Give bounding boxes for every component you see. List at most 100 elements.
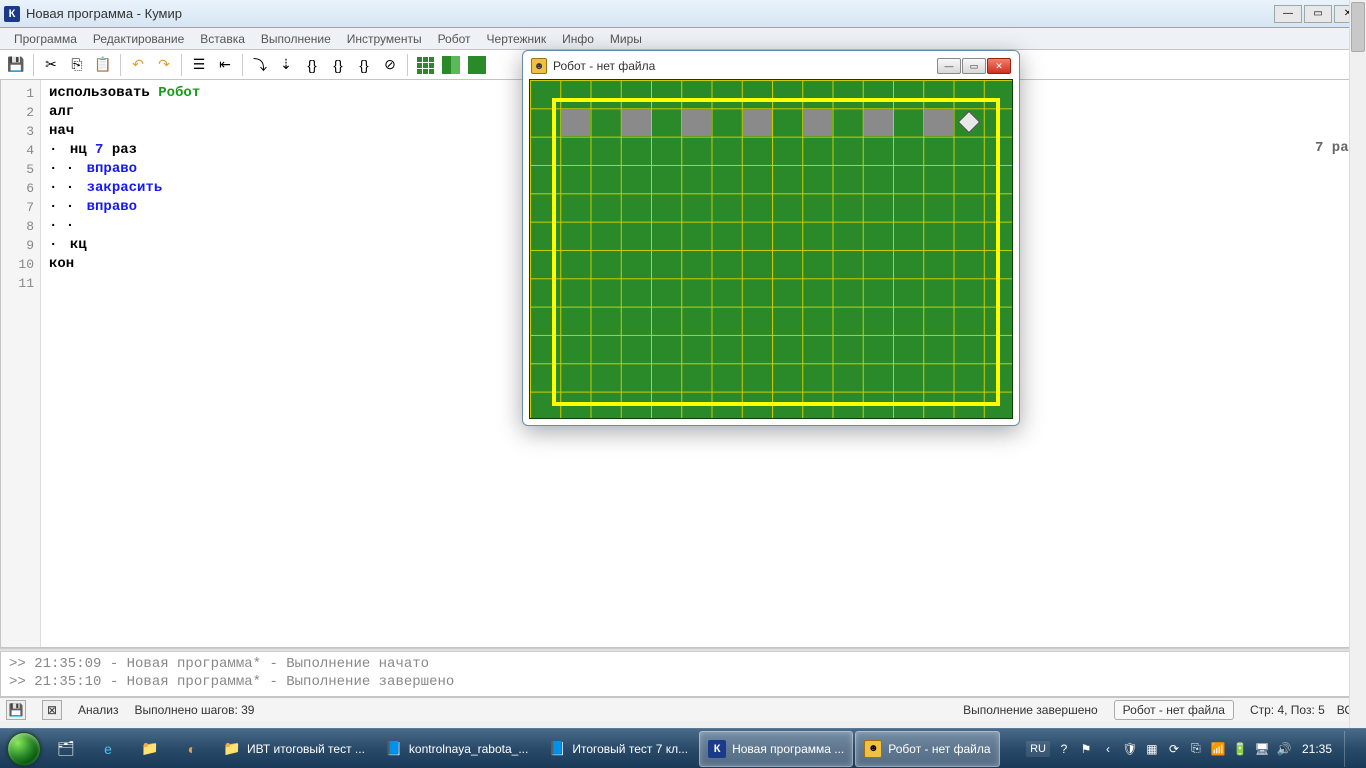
step-into-icon[interactable]: ⤵: [248, 53, 272, 77]
taskbar-item[interactable]: 📘Итоговый тест 7 кл...: [539, 731, 697, 767]
taskbar-item[interactable]: КНовая программа ...: [699, 731, 853, 767]
line-number: 8: [1, 217, 34, 236]
robot-titlebar[interactable]: ☻ Робот - нет файла — ▭ ✕: [529, 57, 1013, 79]
status-cursor-pos: Стр: 4, Поз: 5: [1250, 703, 1325, 717]
kumir-icon: К: [708, 740, 726, 758]
painted-cell: [803, 109, 832, 136]
line-number: 7: [1, 198, 34, 217]
robot-app-icon: ☻: [531, 58, 547, 74]
line-gutter: 1234567891011: [1, 80, 41, 647]
menu-robot[interactable]: Робот: [430, 30, 479, 48]
editor-scrollbar[interactable]: [1349, 0, 1366, 768]
pinned-ie[interactable]: e: [88, 731, 128, 767]
braces-icon[interactable]: {}: [300, 53, 324, 77]
system-tray: RU ? ⚑ ‹ 🛡 ▦ ⟳ ⎘ 📶 🔋 🖥 🔊 21:35: [1026, 731, 1362, 767]
status-clear-icon[interactable]: ⊠: [42, 700, 62, 720]
outdent-icon[interactable]: ⇤: [213, 53, 237, 77]
menu-insert[interactable]: Вставка: [192, 30, 253, 48]
menu-worlds[interactable]: Миры: [602, 30, 650, 48]
menu-edit[interactable]: Редактирование: [85, 30, 192, 48]
robot-close-button[interactable]: ✕: [987, 58, 1011, 74]
painted-cell: [682, 109, 711, 136]
minimize-button[interactable]: —: [1274, 5, 1302, 23]
paste-icon[interactable]: 📋: [91, 53, 115, 77]
stop-icon[interactable]: ⊘: [378, 53, 402, 77]
pinned-explorer[interactable]: 📁: [130, 731, 170, 767]
cut-icon[interactable]: ✂: [39, 53, 63, 77]
painted-cell: [561, 109, 590, 136]
braces2-icon[interactable]: {}: [326, 53, 350, 77]
layout-split-icon[interactable]: [439, 53, 463, 77]
undo-icon[interactable]: ↶: [126, 53, 150, 77]
redo-icon[interactable]: ↷: [152, 53, 176, 77]
tray-help-icon[interactable]: ?: [1056, 741, 1072, 757]
line-number: 5: [1, 160, 34, 179]
menu-draw[interactable]: Чертежник: [479, 30, 555, 48]
status-save-icon[interactable]: 💾: [6, 700, 26, 720]
tray-chevron-icon[interactable]: ‹: [1100, 741, 1116, 757]
menu-tools[interactable]: Инструменты: [339, 30, 430, 48]
toolbar-separator: [33, 54, 34, 76]
menu-run[interactable]: Выполнение: [253, 30, 339, 48]
taskbar-item-label: Робот - нет файла: [888, 742, 990, 756]
robot-maximize-button[interactable]: ▭: [962, 58, 986, 74]
tray-network-icon[interactable]: ▦: [1144, 741, 1160, 757]
toolbar-separator: [120, 54, 121, 76]
robot-field[interactable]: [529, 79, 1013, 419]
list-icon[interactable]: ☰: [187, 53, 211, 77]
copy-icon[interactable]: ⎘: [65, 53, 89, 77]
tray-volume-icon[interactable]: 🔊: [1276, 741, 1292, 757]
folder-icon: 📁: [223, 740, 241, 758]
taskbar-clock[interactable]: 21:35: [1302, 742, 1332, 756]
taskbar-item[interactable]: 📘 kontrolnaya_rabota_...: [376, 731, 537, 767]
console-line: >> 21:35:09 - Новая программа* - Выполне…: [9, 656, 1357, 674]
tray-shield-icon[interactable]: 🛡: [1122, 741, 1138, 757]
layout-full-icon[interactable]: [465, 53, 489, 77]
tray-display-icon[interactable]: 🖥: [1254, 741, 1270, 757]
pinned-media[interactable]: ◐: [172, 731, 212, 767]
status-tab-robot[interactable]: Робот - нет файла: [1114, 700, 1234, 720]
line-number: 2: [1, 103, 34, 122]
tray-flag-icon[interactable]: ⚑: [1078, 741, 1094, 757]
step-over-icon[interactable]: ⇣: [274, 53, 298, 77]
tray-device-icon[interactable]: ⎘: [1188, 741, 1204, 757]
painted-cell: [622, 109, 651, 136]
line-number: 9: [1, 236, 34, 255]
toolbar-separator: [242, 54, 243, 76]
menu-program[interactable]: Программа: [6, 30, 85, 48]
save-icon[interactable]: 💾: [4, 53, 28, 77]
robot-icon: ☻: [864, 740, 882, 758]
language-indicator[interactable]: RU: [1026, 741, 1050, 757]
robot-window[interactable]: ☻ Робот - нет файла — ▭ ✕: [522, 50, 1020, 426]
status-bar: 💾 ⊠ Анализ Выполнено шагов: 39 Выполнени…: [0, 697, 1366, 721]
taskbar-item[interactable]: 📁ИВТ итоговый тест ...: [214, 731, 374, 767]
console-line: >> 21:35:10 - Новая программа* - Выполне…: [9, 674, 1357, 692]
scrollbar-thumb[interactable]: [1351, 2, 1365, 52]
layout-grid-icon[interactable]: [413, 53, 437, 77]
braces3-icon[interactable]: {}: [352, 53, 376, 77]
painted-cell: [924, 109, 953, 136]
toolbar-separator: [181, 54, 182, 76]
taskbar-item[interactable]: ☻ Робот - нет файла: [855, 731, 999, 767]
menu-info[interactable]: Инфо: [554, 30, 602, 48]
status-analysis: Анализ: [78, 703, 119, 717]
line-number: 3: [1, 122, 34, 141]
tray-battery-icon[interactable]: 🔋: [1232, 741, 1248, 757]
app-icon: К: [4, 6, 20, 22]
status-steps: Выполнено шагов: 39: [135, 703, 255, 717]
taskbar: 🗂 e 📁 ◐ 📁ИВТ итоговый тест ... 📘 kontrolna…: [0, 728, 1366, 768]
pinned-libraries[interactable]: 🗂: [46, 731, 86, 767]
show-desktop-button[interactable]: [1344, 731, 1354, 767]
tray-updates-icon[interactable]: ⟳: [1166, 741, 1182, 757]
start-button[interactable]: [4, 731, 44, 767]
line-number: 10: [1, 255, 34, 274]
tray-wifi-icon[interactable]: 📶: [1210, 741, 1226, 757]
toolbar-separator: [407, 54, 408, 76]
robot-minimize-button[interactable]: —: [937, 58, 961, 74]
word-icon: 📘: [385, 740, 403, 758]
line-number: 6: [1, 179, 34, 198]
maximize-button[interactable]: ▭: [1304, 5, 1332, 23]
output-console[interactable]: >> 21:35:09 - Новая программа* - Выполне…: [0, 652, 1366, 697]
window-title: Новая программа - Кумир: [26, 6, 182, 21]
taskbar-item-label: kontrolnaya_rabota_...: [409, 742, 528, 756]
